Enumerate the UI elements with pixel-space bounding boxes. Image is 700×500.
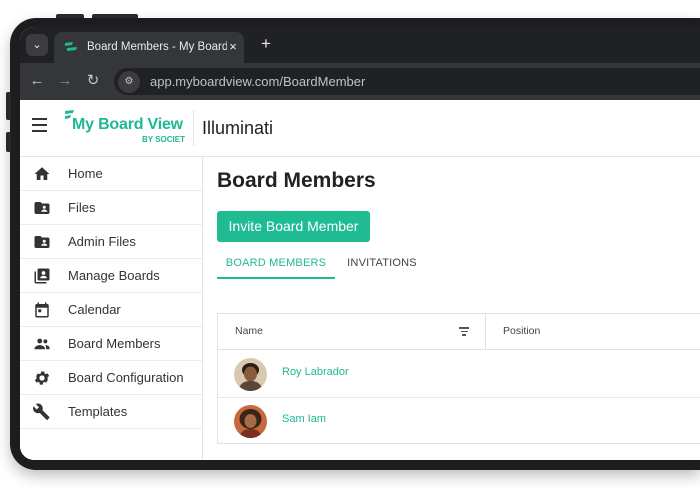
url-text[interactable]: app.myboardview.com/BoardMember bbox=[150, 74, 365, 89]
sidebar-item-label: Manage Boards bbox=[68, 268, 160, 283]
column-header-position[interactable]: Position bbox=[503, 325, 540, 337]
sidebar-item-label: Files bbox=[68, 200, 96, 215]
tab-board-members[interactable]: BOARD MEMBERS bbox=[217, 249, 335, 279]
member-name[interactable]: Sam Iam bbox=[282, 413, 326, 425]
filter-icon[interactable] bbox=[459, 327, 469, 336]
column-header-name[interactable]: Name bbox=[235, 325, 263, 337]
sidebar-item-label: Board Members bbox=[68, 336, 161, 351]
favicon-icon bbox=[65, 42, 77, 51]
tab-invitations[interactable]: INVITATIONS bbox=[345, 249, 419, 279]
table-row[interactable]: Sam Iam bbox=[218, 398, 700, 445]
menu-icon[interactable] bbox=[32, 118, 50, 136]
table-header: Name Position bbox=[218, 314, 700, 350]
browser-tab-strip: ⌄ Board Members - My Board View × + bbox=[20, 27, 700, 63]
sidebar-item-label: Templates bbox=[68, 404, 128, 419]
sidebar-item-templates[interactable]: Templates bbox=[20, 395, 202, 429]
address-bar[interactable]: ⚙ app.myboardview.com/BoardMember bbox=[114, 68, 700, 95]
calendar-icon bbox=[35, 302, 49, 318]
new-tab-button[interactable]: + bbox=[256, 34, 276, 54]
sidebar-item-label: Board Configuration bbox=[68, 370, 184, 385]
sidebar-item-admin-files[interactable]: Admin Files bbox=[20, 225, 202, 259]
page-title: Board Members bbox=[217, 169, 376, 192]
logo[interactable]: My Board View BY SOCIET bbox=[64, 108, 194, 150]
screen: ⌄ Board Members - My Board View × + ← → … bbox=[20, 27, 700, 460]
sidebar-item-label: Home bbox=[68, 166, 103, 181]
sidebar-item-label: Admin Files bbox=[68, 234, 136, 249]
sidebar-item-board-configuration[interactable]: Board Configuration bbox=[20, 361, 202, 395]
tab-title: Board Members - My Board View bbox=[87, 41, 227, 53]
close-tab-icon[interactable]: × bbox=[226, 39, 240, 55]
header-divider bbox=[193, 110, 194, 146]
sidebar-item-files[interactable]: Files bbox=[20, 191, 202, 225]
app-header: My Board View BY SOCIET Illuminati bbox=[20, 100, 700, 157]
sidebar-item-board-members[interactable]: Board Members bbox=[20, 327, 202, 361]
sidebar: Home Files Admin Files Manage Boards Cal… bbox=[20, 157, 203, 460]
back-arrow-icon[interactable]: ← bbox=[28, 72, 46, 90]
member-name[interactable]: Roy Labrador bbox=[282, 366, 349, 378]
gear-icon bbox=[34, 371, 50, 385]
avatar bbox=[234, 358, 267, 391]
sidebar-item-label: Calendar bbox=[68, 302, 121, 317]
invite-board-member-button[interactable]: Invite Board Member bbox=[217, 211, 370, 242]
table-row[interactable]: Roy Labrador bbox=[218, 351, 700, 398]
tab-search-chevron-icon[interactable]: ⌄ bbox=[26, 34, 48, 56]
logo-text: My Board View bbox=[72, 116, 183, 133]
people-icon bbox=[34, 338, 50, 350]
avatar bbox=[234, 405, 267, 438]
sidebar-item-calendar[interactable]: Calendar bbox=[20, 293, 202, 327]
column-divider bbox=[485, 314, 486, 350]
logo-subtitle: BY SOCIET bbox=[142, 135, 185, 144]
device-side-button bbox=[6, 132, 11, 152]
site-settings-icon[interactable]: ⚙ bbox=[118, 71, 140, 93]
content-tabs: BOARD MEMBERS INVITATIONS bbox=[217, 249, 700, 279]
folder-shared-icon bbox=[34, 236, 50, 248]
contacts-icon bbox=[34, 268, 50, 284]
home-icon bbox=[34, 167, 50, 180]
browser-toolbar: ← → ↻ ⚙ app.myboardview.com/BoardMember bbox=[20, 63, 700, 100]
organization-name: Illuminati bbox=[202, 118, 274, 138]
device-side-button bbox=[6, 92, 11, 120]
browser-tab[interactable]: Board Members - My Board View × bbox=[54, 32, 244, 63]
sidebar-item-home[interactable]: Home bbox=[20, 157, 202, 191]
tools-icon bbox=[33, 403, 50, 420]
folder-shared-icon bbox=[34, 202, 50, 214]
members-table: Name Position Roy Labrador Sam Iam bbox=[217, 313, 700, 444]
forward-arrow-icon[interactable]: → bbox=[56, 72, 74, 90]
reload-icon[interactable]: ↻ bbox=[84, 72, 102, 90]
sidebar-item-manage-boards[interactable]: Manage Boards bbox=[20, 259, 202, 293]
